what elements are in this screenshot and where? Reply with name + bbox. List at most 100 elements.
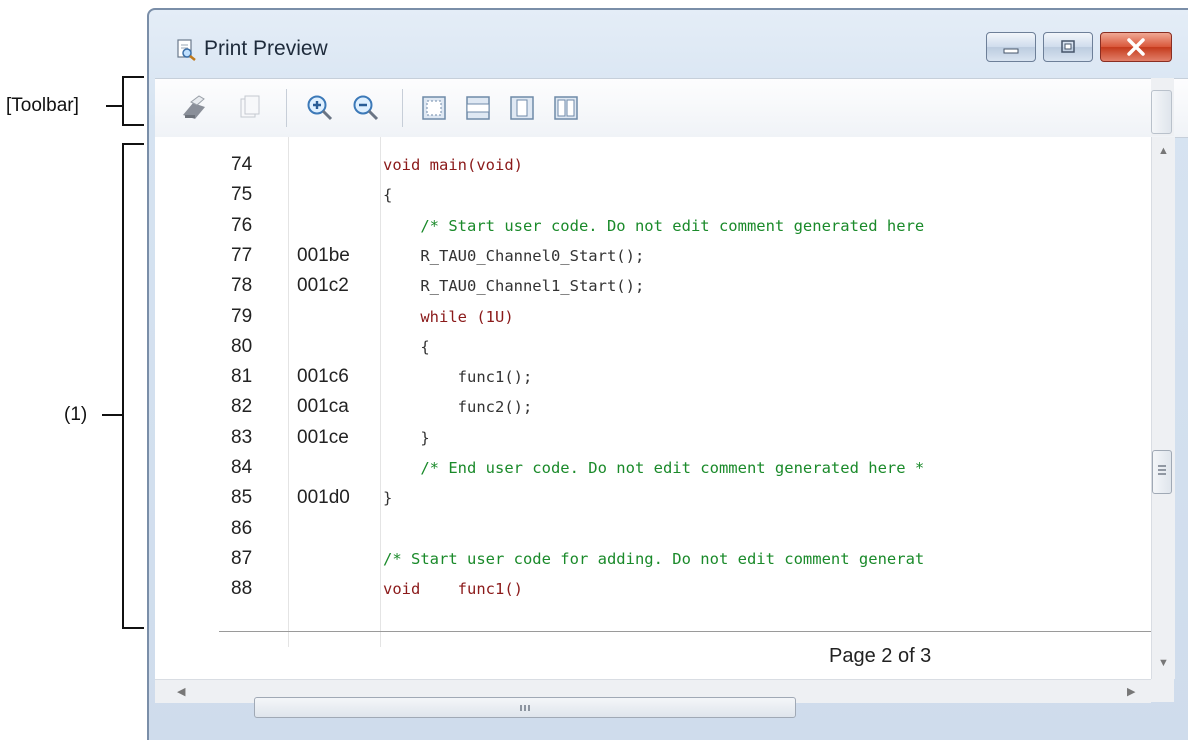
vertical-scrollbar[interactable]: ▲ ▼ <box>1151 137 1175 679</box>
window-title: Print Preview <box>204 37 328 60</box>
source-code: while (1U) <box>420 307 514 326</box>
two-pages-button[interactable] <box>549 91 583 125</box>
code-line: 83 001ce } <box>155 426 1151 450</box>
code-line: 84 /* End user code. Do not edit comment… <box>155 456 1151 480</box>
horizontal-scroll-thumb[interactable] <box>254 697 796 718</box>
actual-size-icon <box>422 96 446 120</box>
source-code: } <box>383 489 393 508</box>
address: 001c6 <box>297 366 349 388</box>
page-footer-rule <box>219 631 1151 632</box>
scroll-down-icon[interactable]: ▼ <box>1158 657 1169 669</box>
line-number: 74 <box>231 154 253 175</box>
fit-width-icon <box>466 96 490 120</box>
scroll-left-icon[interactable]: ◀ <box>177 685 185 698</box>
code-line: 75 { <box>155 183 1151 207</box>
scroll-corner <box>1151 679 1174 702</box>
code-line: 82 001ca func2(); <box>155 395 1151 419</box>
line-number: 82 <box>231 396 253 418</box>
toolbar-bracket <box>122 76 124 126</box>
code-line: 88 void func1() <box>155 577 1151 601</box>
title-bar[interactable]: Print Preview <box>149 10 1188 78</box>
line-number: 84 <box>231 457 253 478</box>
line-number: 80 <box>231 335 253 357</box>
toolbar-separator <box>286 89 287 127</box>
minimize-icon <box>1003 48 1019 54</box>
toolbar-callout-label: [Toolbar] <box>6 95 79 116</box>
print-button[interactable] <box>177 91 211 125</box>
line-number: 76 <box>231 214 253 236</box>
code-line: 77 001be R_TAU0_Channel0_Start(); <box>155 244 1151 268</box>
source-code: R_TAU0_Channel0_Start(); <box>383 246 645 265</box>
one-page-icon <box>510 96 534 120</box>
scroll-up-icon[interactable]: ▲ <box>1158 145 1169 157</box>
area-callout-label: (1) <box>64 404 88 425</box>
line-number: 81 <box>231 366 253 388</box>
address: 001ca <box>297 396 349 418</box>
line-number: 79 <box>231 305 253 327</box>
print-preview-window: Print Preview 74 void main(void) 75 {76… <box>147 8 1188 740</box>
area-callout-line <box>102 414 122 416</box>
source-code: } <box>383 428 430 447</box>
toolbar-grip[interactable] <box>1151 90 1172 134</box>
code-line: 85 001d0} <box>155 486 1151 510</box>
print-icon <box>183 95 205 119</box>
toolbar-bracket-bottom <box>122 124 144 126</box>
line-number: 86 <box>231 517 253 539</box>
source-code: R_TAU0_Channel1_Start(); <box>383 277 645 296</box>
maximize-icon <box>1061 40 1075 53</box>
source-code: void main(void) <box>383 156 523 174</box>
zoom-in-button[interactable] <box>303 91 337 125</box>
code-line: 78 001c2 R_TAU0_Channel1_Start(); <box>155 274 1151 298</box>
source-code: { <box>383 337 430 356</box>
address: 001ce <box>297 426 349 448</box>
actual-size-button[interactable] <box>417 91 451 125</box>
address: 001d0 <box>297 487 350 509</box>
maximize-button[interactable] <box>1043 32 1093 62</box>
code-line: 79 while (1U) <box>155 305 1151 329</box>
scroll-right-icon[interactable]: ▶ <box>1127 685 1135 698</box>
page-indicator: Page 2 of 3 <box>829 645 932 667</box>
address: 001be <box>297 244 350 266</box>
close-button[interactable] <box>1100 32 1172 62</box>
two-pages-icon <box>554 96 578 120</box>
toolbar-separator <box>402 89 403 127</box>
zoom-in-icon <box>307 95 333 121</box>
line-number: 87 <box>231 547 253 569</box>
code-line: 87 /* Start user code for adding. Do not … <box>155 547 1151 571</box>
source-code: func1(); <box>383 368 533 387</box>
source-code: /* Start user code for adding. Do not ed… <box>383 549 925 568</box>
line-number: 78 <box>231 275 253 297</box>
one-page-button[interactable] <box>505 91 539 125</box>
area-bracket-top <box>122 143 144 145</box>
copy-icon <box>240 95 260 118</box>
copy-button[interactable] <box>233 91 267 125</box>
preview-page: 74 void main(void) 75 { 76 /* Start user cod… <box>155 137 1151 679</box>
source-code: /* Start user code. Do not edit comment … <box>383 216 925 235</box>
zoom-out-button[interactable] <box>349 91 383 125</box>
area-bracket-bottom <box>122 627 144 629</box>
fit-width-button[interactable] <box>461 91 495 125</box>
line-number: 88 <box>231 578 253 600</box>
print-preview-icon <box>175 39 197 61</box>
address: 001c2 <box>297 275 349 297</box>
toolbar-bracket-top <box>122 76 144 78</box>
minimize-button[interactable] <box>986 32 1036 62</box>
zoom-out-icon <box>353 95 379 121</box>
grip-icon <box>1158 465 1166 475</box>
source-code: /* End user code. Do not edit comment ge… <box>383 459 925 477</box>
line-number: 77 <box>231 244 253 266</box>
toolbar <box>155 78 1188 138</box>
code-line: 80 { <box>155 335 1151 359</box>
source-code: { <box>383 186 393 205</box>
line-number: 85 <box>231 487 253 509</box>
vertical-scroll-thumb[interactable] <box>1152 450 1172 494</box>
grip-icon <box>520 704 530 711</box>
close-icon <box>1127 38 1145 56</box>
code-line: 81 001c6 func1(); <box>155 365 1151 389</box>
preview-area[interactable]: 74 void main(void) 75 { 76 /* Start user cod… <box>155 137 1151 679</box>
source-code: func2(); <box>383 398 533 417</box>
code-line: 86 <box>155 517 1151 541</box>
source-code: void func1() <box>383 580 523 599</box>
code-line: 74 void main(void) <box>155 153 1151 177</box>
line-number: 83 <box>231 426 253 448</box>
